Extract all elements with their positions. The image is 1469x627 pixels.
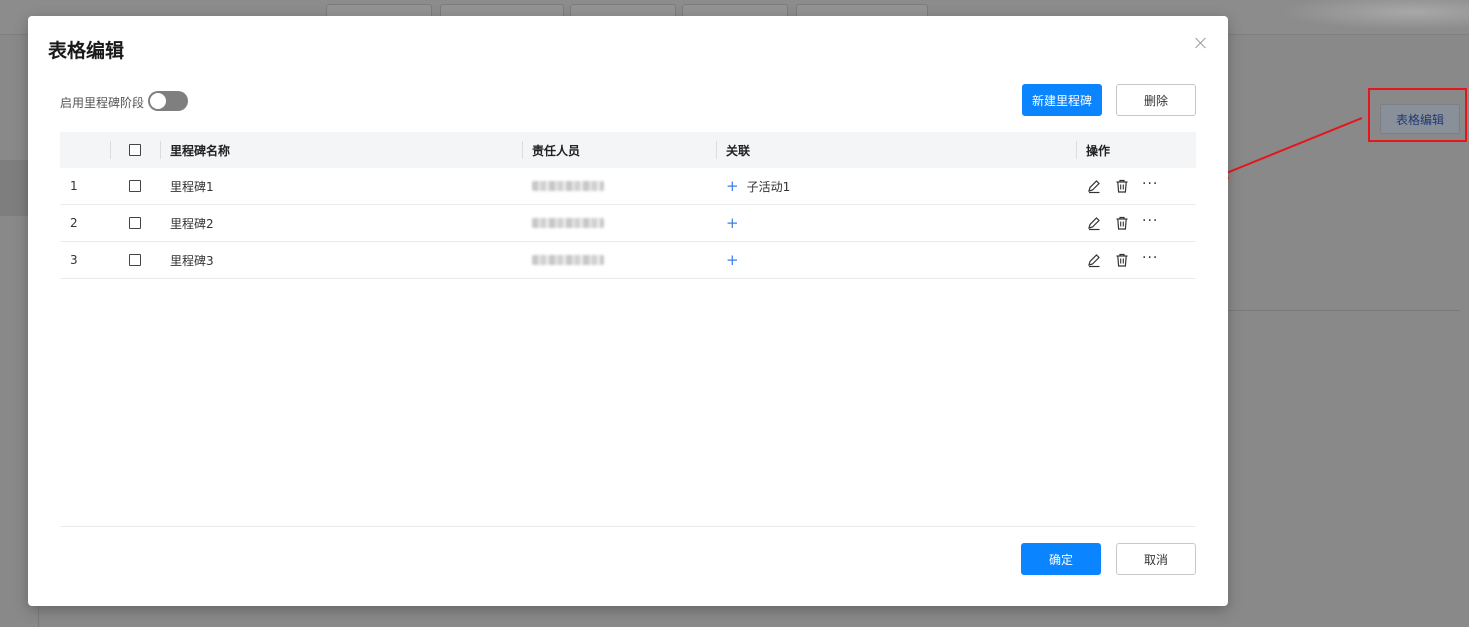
delete-icon[interactable]	[1114, 178, 1130, 194]
row-checkbox[interactable]	[129, 217, 141, 229]
column-header-name: 里程碑名称	[170, 143, 231, 158]
cancel-button[interactable]: 取消	[1116, 543, 1196, 575]
table-row: 1 里程碑1 + 子活动1 ···	[60, 168, 1196, 205]
dialog-title: 表格编辑	[48, 40, 125, 62]
footer-divider	[60, 526, 1196, 527]
owner-cell	[532, 168, 604, 204]
milestone-stage-toggle[interactable]	[148, 91, 188, 111]
column-header-ops: 操作	[1086, 143, 1111, 158]
owner-cell	[532, 242, 604, 278]
more-icon[interactable]: ···	[1142, 213, 1158, 229]
close-icon[interactable]	[1194, 36, 1208, 50]
background-divider	[1228, 310, 1460, 311]
column-separator	[1076, 141, 1077, 159]
add-link-icon[interactable]: +	[726, 178, 739, 194]
new-milestone-button[interactable]: 新建里程碑	[1022, 84, 1102, 116]
background-decoration	[1280, 0, 1469, 30]
milestone-name: 里程碑1	[170, 179, 214, 194]
link-cell: +	[726, 205, 747, 241]
ok-button[interactable]: 确定	[1021, 543, 1101, 575]
column-separator	[160, 141, 161, 159]
link-cell: + 子活动1	[726, 168, 790, 204]
owner-name-blurred	[532, 255, 604, 265]
edit-icon[interactable]	[1086, 215, 1102, 231]
milestone-table: 里程碑名称 责任人员 关联 操作 1 里程碑1 + 子活动1 ··· 2 里程碑…	[60, 132, 1196, 279]
toggle-knob	[150, 93, 166, 109]
owner-name-blurred	[532, 218, 604, 228]
select-all-cell	[129, 132, 141, 168]
owner-name-blurred	[532, 181, 604, 191]
column-header-link: 关联	[726, 143, 751, 158]
column-header-owner: 责任人员	[532, 143, 581, 158]
more-icon[interactable]: ···	[1142, 176, 1158, 192]
delete-icon[interactable]	[1114, 252, 1130, 268]
table-edit-dialog: 表格编辑 启用里程碑阶段 新建里程碑 删除 里程碑名称 责任人员 关联 操作 1…	[28, 16, 1228, 606]
row-index: 3	[70, 253, 78, 267]
add-link-icon[interactable]: +	[726, 215, 739, 231]
background-sidebar-item	[0, 160, 28, 216]
row-index: 1	[70, 179, 78, 193]
annotation-highlight-box	[1368, 88, 1467, 142]
row-checkbox[interactable]	[129, 254, 141, 266]
table-row: 2 里程碑2 + ···	[60, 205, 1196, 242]
column-separator	[110, 141, 111, 159]
more-icon[interactable]: ···	[1142, 250, 1158, 266]
delete-icon[interactable]	[1114, 215, 1130, 231]
add-link-icon[interactable]: +	[726, 252, 739, 268]
link-cell: +	[726, 242, 747, 278]
linked-activity: 子活动1	[746, 179, 791, 194]
row-checkbox[interactable]	[129, 180, 141, 192]
select-all-checkbox[interactable]	[129, 144, 141, 156]
row-select-cell	[129, 242, 141, 278]
milestone-name: 里程碑3	[170, 253, 214, 268]
column-separator	[522, 141, 523, 159]
ops-cell: ···	[1086, 242, 1158, 278]
row-select-cell	[129, 205, 141, 241]
row-index: 2	[70, 216, 78, 230]
milestone-name: 里程碑2	[170, 216, 214, 231]
milestone-stage-toggle-label: 启用里程碑阶段	[60, 96, 145, 110]
row-select-cell	[129, 168, 141, 204]
column-separator	[716, 141, 717, 159]
edit-icon[interactable]	[1086, 252, 1102, 268]
ops-cell: ···	[1086, 205, 1158, 241]
edit-icon[interactable]	[1086, 178, 1102, 194]
delete-button[interactable]: 删除	[1116, 84, 1196, 116]
owner-cell	[532, 205, 604, 241]
table-header: 里程碑名称 责任人员 关联 操作	[60, 132, 1196, 168]
ops-cell: ···	[1086, 168, 1158, 204]
table-row: 3 里程碑3 + ···	[60, 242, 1196, 279]
